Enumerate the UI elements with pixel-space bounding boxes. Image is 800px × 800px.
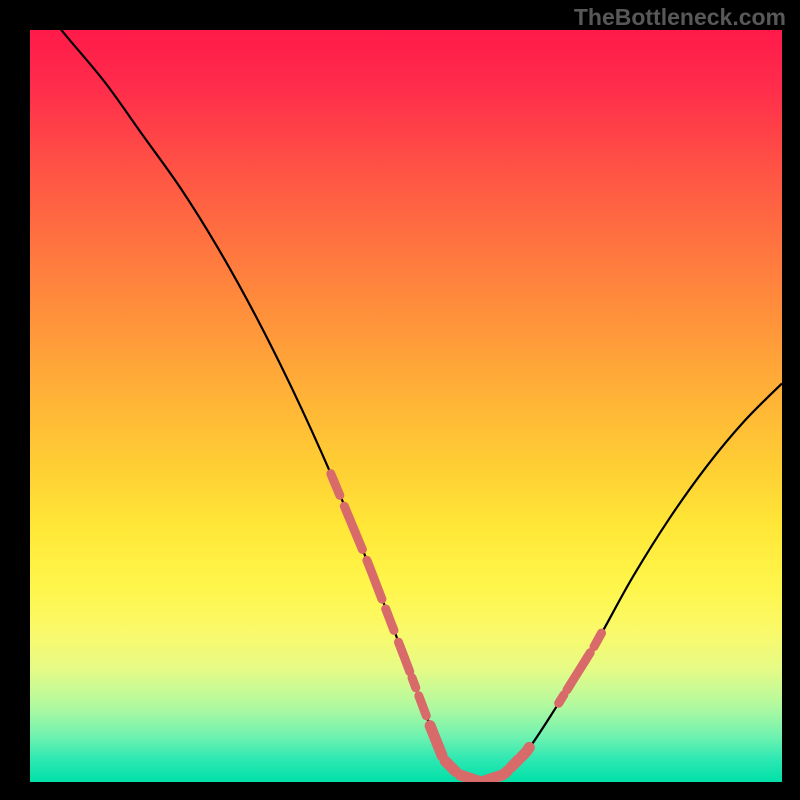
highlight-segment bbox=[367, 560, 382, 599]
highlight-segment bbox=[412, 678, 416, 688]
attribution-text: TheBottleneck.com bbox=[574, 4, 786, 31]
highlight-segment bbox=[522, 747, 530, 756]
highlight-segment bbox=[511, 759, 519, 767]
highlight-segment bbox=[460, 771, 507, 782]
highlight-segment bbox=[430, 726, 442, 756]
chart-plot-area bbox=[30, 30, 782, 782]
highlight-segment bbox=[386, 609, 394, 631]
highlight-segment bbox=[331, 474, 340, 496]
highlight-segment bbox=[419, 696, 427, 716]
highlight-segment bbox=[567, 653, 590, 690]
highlight-segment bbox=[559, 695, 564, 703]
highlight-segment bbox=[594, 633, 602, 647]
highlight-segment bbox=[344, 506, 362, 549]
highlight-segment bbox=[445, 761, 456, 772]
chart-curve-layer bbox=[30, 30, 782, 782]
highlight-segment bbox=[398, 642, 409, 672]
highlight-segments bbox=[331, 474, 602, 782]
